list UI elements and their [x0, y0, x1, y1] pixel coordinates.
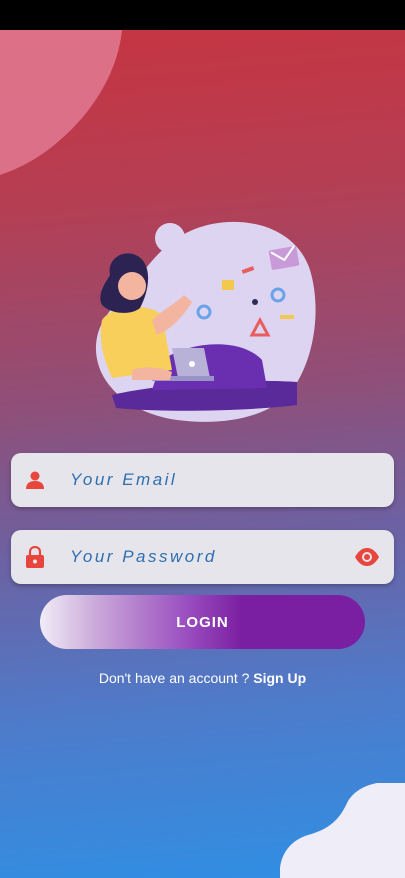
decorative-blob-top: [0, 30, 122, 175]
woman-with-laptop-illustration: [95, 221, 316, 422]
signup-prompt-text: Don't have an account ?: [98, 670, 250, 686]
lock-icon: [25, 546, 45, 568]
decorative-blob-bottom: [280, 783, 405, 878]
signup-prompt-row: Don't have an account ? Sign Up: [0, 670, 405, 686]
person-icon: [25, 469, 45, 491]
email-input[interactable]: [68, 452, 394, 508]
signup-link[interactable]: Sign Up: [253, 670, 306, 686]
eye-icon[interactable]: [354, 547, 380, 567]
login-screen: LOGIN Don't have an account ? Sign Up: [0, 0, 405, 878]
login-button[interactable]: LOGIN: [40, 595, 365, 649]
status-bar: [0, 0, 405, 30]
password-input[interactable]: [68, 529, 354, 585]
email-field[interactable]: [11, 452, 394, 508]
password-field[interactable]: [11, 529, 394, 585]
